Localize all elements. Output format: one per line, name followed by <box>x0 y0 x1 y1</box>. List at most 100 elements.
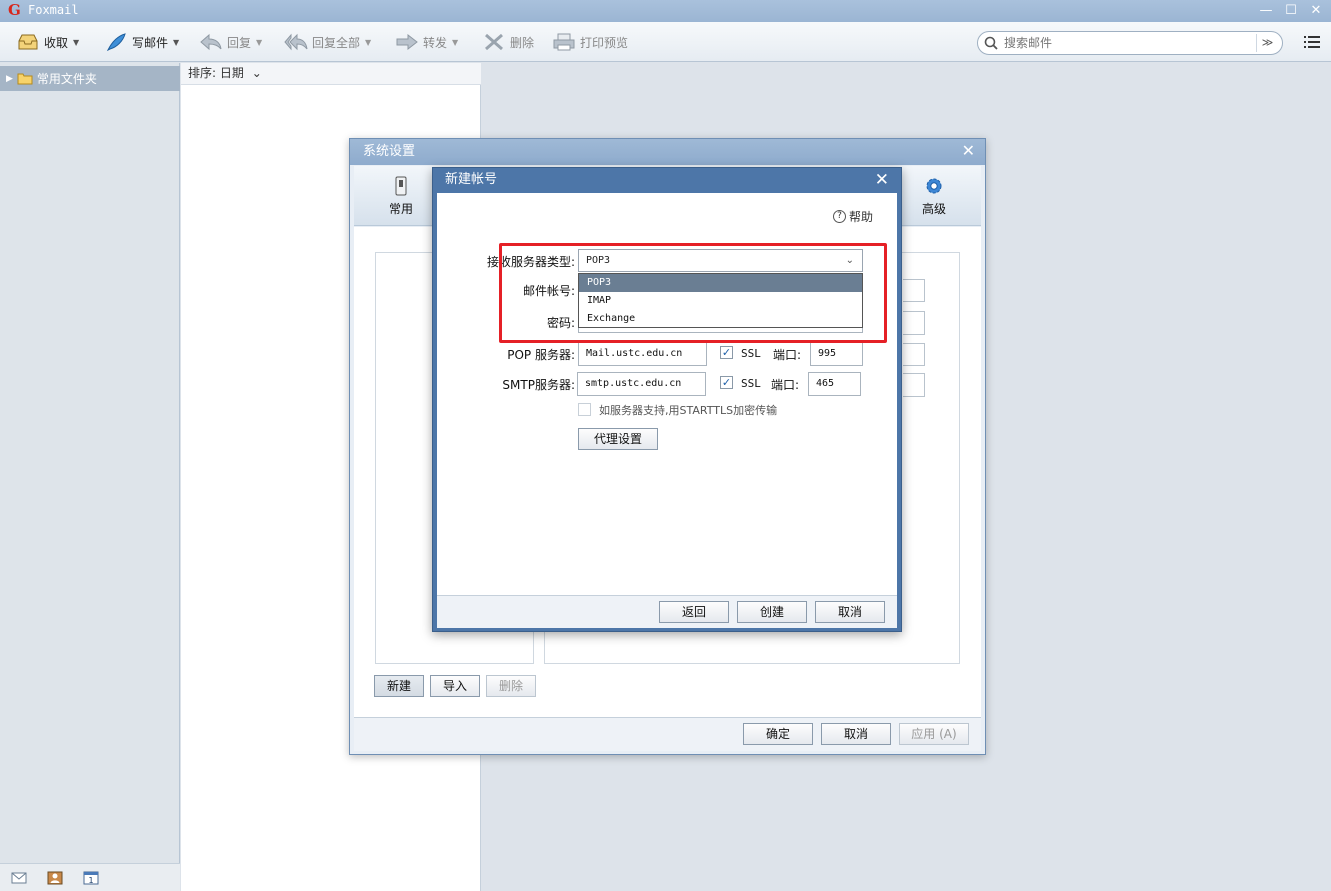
new-account-close-button[interactable]: ✕ <box>875 172 889 189</box>
print-preview-button[interactable]: 打印预览 <box>552 31 628 53</box>
close-window-button[interactable]: ✕ <box>1308 3 1324 19</box>
receive-caret-icon[interactable]: ▼ <box>73 38 79 47</box>
pop-server-label: POP 服务器: <box>507 348 575 362</box>
forward-caret-icon[interactable]: ▼ <box>452 38 458 47</box>
delete-button[interactable]: 删除 <box>482 31 534 53</box>
smtp-port-input[interactable]: 465 <box>808 372 861 396</box>
sort-dropdown[interactable]: 排序: 日期 ⌄ <box>181 63 481 85</box>
new-account-body: ? 帮助 接收服务器类型: POP3 ⌄ POP3 IMAP Exchange … <box>437 193 897 595</box>
settings-cancel-button[interactable]: 取消 <box>821 723 891 745</box>
settings-title: 系统设置 <box>363 144 416 159</box>
new-account-title: 新建帐号 <box>445 172 498 187</box>
reply-label: 回复 <box>227 35 252 50</box>
pop-port-input[interactable]: 995 <box>810 342 863 366</box>
inbox-tray-icon <box>18 34 38 50</box>
minimize-button[interactable]: — <box>1258 3 1274 19</box>
tab-general-label: 常用 <box>388 202 413 216</box>
reply-all-button[interactable]: 回复全部 ▼ <box>284 31 371 53</box>
svg-text:1: 1 <box>88 876 93 885</box>
background-field-4 <box>903 373 925 397</box>
main-toolbar: 收取 ▼ 写邮件 ▼ 回复 ▼ 回复全部 ▼ 转发 ▼ 删除 打印预览 ≫ <box>0 22 1331 62</box>
background-field-2 <box>903 311 925 335</box>
settings-title-bar: 系统设置 <box>350 139 985 165</box>
printer-icon <box>553 33 575 51</box>
search-icon <box>984 36 998 50</box>
reply-all-arrow-icon <box>284 33 308 51</box>
apply-button[interactable]: 应用 (A) <box>899 723 969 745</box>
pop-server-input[interactable]: Mail.ustc.edu.cn <box>578 342 707 366</box>
reply-button[interactable]: 回复 ▼ <box>199 31 262 53</box>
reply-arrow-icon <box>200 33 222 51</box>
tab-general[interactable]: 常用 <box>376 174 426 220</box>
calendar-icon[interactable]: 1 <box>83 871 99 885</box>
pop-ssl-checkbox[interactable]: ✓ <box>720 346 733 359</box>
background-field-1 <box>903 279 925 302</box>
expand-arrow-icon[interactable]: ▶ <box>6 74 13 84</box>
sort-caret-icon: ⌄ <box>251 66 262 80</box>
server-type-select[interactable]: POP3 ⌄ <box>578 249 863 272</box>
smtp-ssl-checkbox[interactable]: ✓ <box>720 376 733 389</box>
phone-icon <box>395 176 407 196</box>
option-pop3[interactable]: POP3 <box>579 274 862 292</box>
account-label: 邮件帐号: <box>522 284 575 298</box>
sidebar-item-label: 常用文件夹 <box>36 72 97 86</box>
delete-account-button[interactable]: 删除 <box>486 675 536 697</box>
app-title-bar: G Foxmail — ☐ ✕ <box>0 0 1331 22</box>
sidebar-bottom-bar: 1 <box>0 863 180 891</box>
starttls-checkbox[interactable] <box>578 403 591 416</box>
forward-button[interactable]: 转发 ▼ <box>395 31 458 53</box>
tab-advanced[interactable]: 高级 <box>909 174 959 220</box>
contacts-icon[interactable] <box>47 871 63 885</box>
ok-button[interactable]: 确定 <box>743 723 813 745</box>
reply-all-caret-icon[interactable]: ▼ <box>365 38 371 47</box>
mail-view-icon[interactable] <box>11 871 27 885</box>
smtp-server-label: SMTP服务器: <box>502 378 575 392</box>
compose-caret-icon[interactable]: ▼ <box>173 38 179 47</box>
new-account-footer: 返回 创建 取消 <box>437 595 897 628</box>
compose-button[interactable]: 写邮件 ▼ <box>104 31 179 53</box>
help-link[interactable]: ? 帮助 <box>833 208 873 225</box>
new-account-button[interactable]: 新建 <box>374 675 424 697</box>
smtp-port-label: 端口: <box>771 378 800 392</box>
new-account-dialog: 新建帐号 ✕ ? 帮助 接收服务器类型: POP3 ⌄ POP3 IMAP Ex… <box>432 167 902 632</box>
option-exchange[interactable]: Exchange <box>579 310 862 328</box>
option-imap[interactable]: IMAP <box>579 292 862 310</box>
receive-label: 收取 <box>44 35 69 50</box>
create-button[interactable]: 创建 <box>737 601 807 623</box>
sidebar-item-common-folders[interactable]: ▶ 常用文件夹 <box>0 66 180 91</box>
maximize-button[interactable]: ☐ <box>1283 3 1299 19</box>
back-button[interactable]: 返回 <box>659 601 729 623</box>
help-icon: ? <box>833 210 846 223</box>
smtp-server-input[interactable]: smtp.ustc.edu.cn <box>577 372 706 396</box>
folder-icon <box>17 73 33 85</box>
tab-advanced-label: 高级 <box>921 202 946 216</box>
search-box[interactable]: ≫ <box>977 31 1283 55</box>
starttls-label: 如服务器支持,用STARTTLS加密传输 <box>599 404 778 417</box>
help-label: 帮助 <box>849 210 874 224</box>
proxy-settings-button[interactable]: 代理设置 <box>578 428 658 450</box>
main-menu-icon[interactable] <box>1304 34 1320 50</box>
new-account-cancel-button[interactable]: 取消 <box>815 601 885 623</box>
password-label: 密码: <box>546 316 575 330</box>
delete-x-icon <box>485 33 503 51</box>
folder-sidebar: ▶ 常用文件夹 1 <box>0 63 180 891</box>
smtp-ssl-label: SSL <box>741 377 761 390</box>
forward-arrow-icon <box>396 33 418 51</box>
receive-button[interactable]: 收取 ▼ <box>16 31 79 53</box>
settings-footer: 确定 取消 应用 (A) <box>354 717 981 751</box>
delete-label: 删除 <box>510 35 535 50</box>
reply-caret-icon[interactable]: ▼ <box>256 38 262 47</box>
search-options-chevron-icon[interactable]: ≫ <box>1256 34 1278 52</box>
pop-port-label: 端口: <box>773 348 802 362</box>
reply-all-label: 回复全部 <box>312 35 361 50</box>
forward-label: 转发 <box>423 35 448 50</box>
chevron-down-icon: ⌄ <box>845 255 854 266</box>
settings-close-button[interactable]: ✕ <box>962 143 975 159</box>
foxmail-logo-icon: G <box>8 1 21 19</box>
search-input[interactable] <box>1004 34 1230 52</box>
app-title: Foxmail <box>28 3 79 17</box>
server-type-dropdown-list: POP3 IMAP Exchange <box>578 273 863 328</box>
background-field-3 <box>903 343 925 366</box>
pop-ssl-label: SSL <box>741 347 761 360</box>
import-button[interactable]: 导入 <box>430 675 480 697</box>
